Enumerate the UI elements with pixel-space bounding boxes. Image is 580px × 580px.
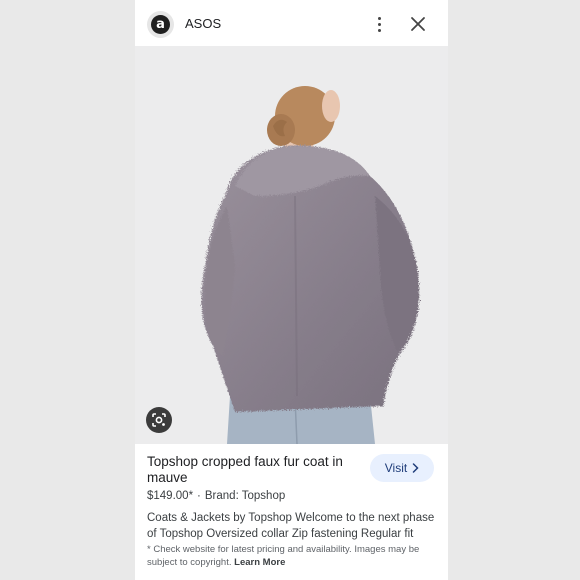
separator: ·: [197, 490, 201, 502]
product-title[interactable]: Topshop cropped faux fur coat in mauve: [147, 454, 359, 486]
visit-label: Visit: [384, 461, 408, 475]
product-brand: Brand: Topshop: [204, 490, 286, 502]
product-description: Coats & Jackets by Topshop Welcome to th…: [147, 512, 435, 540]
disclaimer: * Check website for latest pricing and a…: [147, 543, 443, 569]
more-vert-icon[interactable]: [369, 13, 389, 35]
visit-button[interactable]: Visit: [370, 454, 434, 482]
site-logo[interactable]: a: [147, 11, 174, 38]
google-lens-icon[interactable]: [146, 407, 172, 433]
close-icon[interactable]: [407, 13, 429, 35]
product-info: Topshop cropped faux fur coat in mauve V…: [135, 444, 448, 580]
price-row: $149.00* · Brand: Topshop: [147, 490, 285, 502]
result-header: a ASOS: [135, 0, 448, 46]
product-image[interactable]: [135, 46, 448, 444]
image-result-card: a ASOS Topshop cropped faux fur coat in …: [135, 0, 448, 580]
site-logo-letter: a: [151, 15, 170, 34]
learn-more-link[interactable]: Learn More: [234, 557, 285, 568]
product-photo: [135, 46, 448, 444]
product-price: $149.00*: [147, 490, 194, 502]
chevron-right-icon: [412, 463, 419, 473]
site-name[interactable]: ASOS: [185, 16, 221, 31]
